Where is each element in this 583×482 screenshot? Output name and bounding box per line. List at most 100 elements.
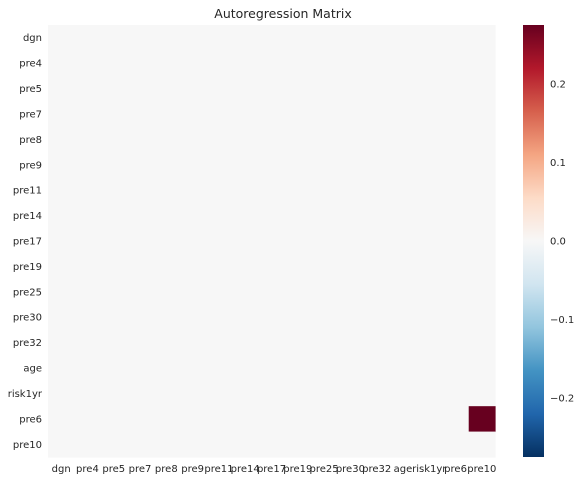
heatmap-cell <box>416 202 444 229</box>
heatmap-cell <box>310 126 338 153</box>
heatmap-cell <box>284 253 312 280</box>
heatmap-cell <box>153 50 181 77</box>
heatmap-cell <box>48 50 75 77</box>
heatmap-cell <box>337 75 365 102</box>
heatmap-cell <box>337 431 365 458</box>
heatmap-cell <box>205 380 233 407</box>
x-tick-label: age <box>394 464 413 475</box>
heatmap-cell <box>442 329 470 356</box>
heatmap-cell <box>468 202 496 229</box>
heatmap-cell <box>179 253 207 280</box>
y-tick-label: pre7 <box>19 109 42 120</box>
heatmap-cell <box>153 355 181 382</box>
heatmap-cell <box>389 25 417 52</box>
heatmap-cell <box>100 279 128 306</box>
heatmap-cell <box>48 406 75 433</box>
heatmap-cell <box>179 355 207 382</box>
heatmap-cell <box>74 355 102 382</box>
heatmap-cell <box>337 25 365 52</box>
y-tick-label: pre10 <box>13 440 42 451</box>
heatmap-cell <box>442 279 470 306</box>
heatmap-cell <box>100 304 128 331</box>
heatmap-cell <box>126 50 154 77</box>
x-tick-label: risk1yr <box>412 464 447 475</box>
heatmap-cell <box>468 75 496 102</box>
heatmap-cell <box>205 152 233 179</box>
heatmap-cell <box>232 431 259 458</box>
x-tick-label: pre30 <box>336 464 365 475</box>
heatmap-cell <box>337 228 365 255</box>
heatmap-cell <box>258 431 286 458</box>
heatmap-cell <box>442 406 470 433</box>
heatmap-cell <box>258 406 286 433</box>
heatmap-cell <box>442 50 470 77</box>
heatmap-cell <box>363 253 391 280</box>
heatmap-cell <box>205 202 233 229</box>
colorbar-ticks: −0.2 −0.1 0.0 0.1 0.2 <box>550 79 574 404</box>
heatmap-cell <box>284 431 312 458</box>
heatmap-cell <box>389 152 417 179</box>
heatmap-cell <box>205 304 233 331</box>
heatmap-cell <box>232 304 259 331</box>
colorbar-tick-label: −0.2 <box>550 394 574 405</box>
y-tick-label: pre14 <box>13 211 42 222</box>
heatmap-cell <box>363 177 391 204</box>
heatmap-cell <box>442 304 470 331</box>
heatmap-cell <box>363 50 391 77</box>
heatmap-cell <box>205 126 233 153</box>
heatmap-cell <box>363 25 391 52</box>
heatmap-cell <box>153 25 181 52</box>
heatmap-cell <box>48 177 75 204</box>
heatmap-cell <box>100 329 128 356</box>
heatmap-cell <box>205 177 233 204</box>
heatmap-cell <box>284 304 312 331</box>
heatmap-cell <box>232 126 259 153</box>
heatmap-cell <box>74 25 102 52</box>
heatmap-cell <box>232 50 259 77</box>
heatmap-cell <box>337 406 365 433</box>
heatmap-cell <box>48 202 75 229</box>
heatmap-cell <box>153 75 181 102</box>
heatmap-cell <box>442 75 470 102</box>
y-tick-label: pre4 <box>19 59 42 70</box>
heatmap-cell <box>232 177 259 204</box>
x-tick-label: pre11 <box>204 464 233 475</box>
heatmap-cell <box>389 253 417 280</box>
x-tick-label: pre32 <box>362 464 391 475</box>
heatmap-cell <box>179 126 207 153</box>
heatmap-cell <box>232 406 259 433</box>
y-tick-label: pre30 <box>13 313 42 324</box>
heatmap-cell <box>179 304 207 331</box>
heatmap-cell <box>337 355 365 382</box>
heatmap-cell <box>100 380 128 407</box>
heatmap-cell <box>442 101 470 128</box>
heatmap-cell <box>310 406 338 433</box>
heatmap-cell <box>153 406 181 433</box>
heatmap-cell <box>363 380 391 407</box>
heatmap-cell <box>363 279 391 306</box>
heatmap-cell <box>442 25 470 52</box>
y-tick-label: risk1yr <box>8 389 43 400</box>
heatmap-cell <box>416 253 444 280</box>
heatmap-cell <box>179 50 207 77</box>
heatmap-cell <box>442 202 470 229</box>
heatmap-cell <box>416 177 444 204</box>
heatmap-cell <box>416 228 444 255</box>
heatmap-cell <box>48 126 75 153</box>
heatmap-cell <box>153 126 181 153</box>
heatmap-cell <box>284 380 312 407</box>
x-tick-label: pre5 <box>102 464 125 475</box>
heatmap-cell <box>416 355 444 382</box>
heatmap-cell <box>258 329 286 356</box>
heatmap-cell <box>153 202 181 229</box>
heatmap-cell <box>153 329 181 356</box>
heatmap-cell <box>468 253 496 280</box>
heatmap-cell <box>310 152 338 179</box>
heatmap-cell <box>100 177 128 204</box>
heatmap-cell <box>48 101 75 128</box>
y-tick-label: pre11 <box>13 186 42 197</box>
x-tick-label: pre8 <box>155 464 178 475</box>
heatmap-cell <box>205 355 233 382</box>
heatmap-cell <box>284 50 312 77</box>
heatmap-cell <box>126 406 154 433</box>
